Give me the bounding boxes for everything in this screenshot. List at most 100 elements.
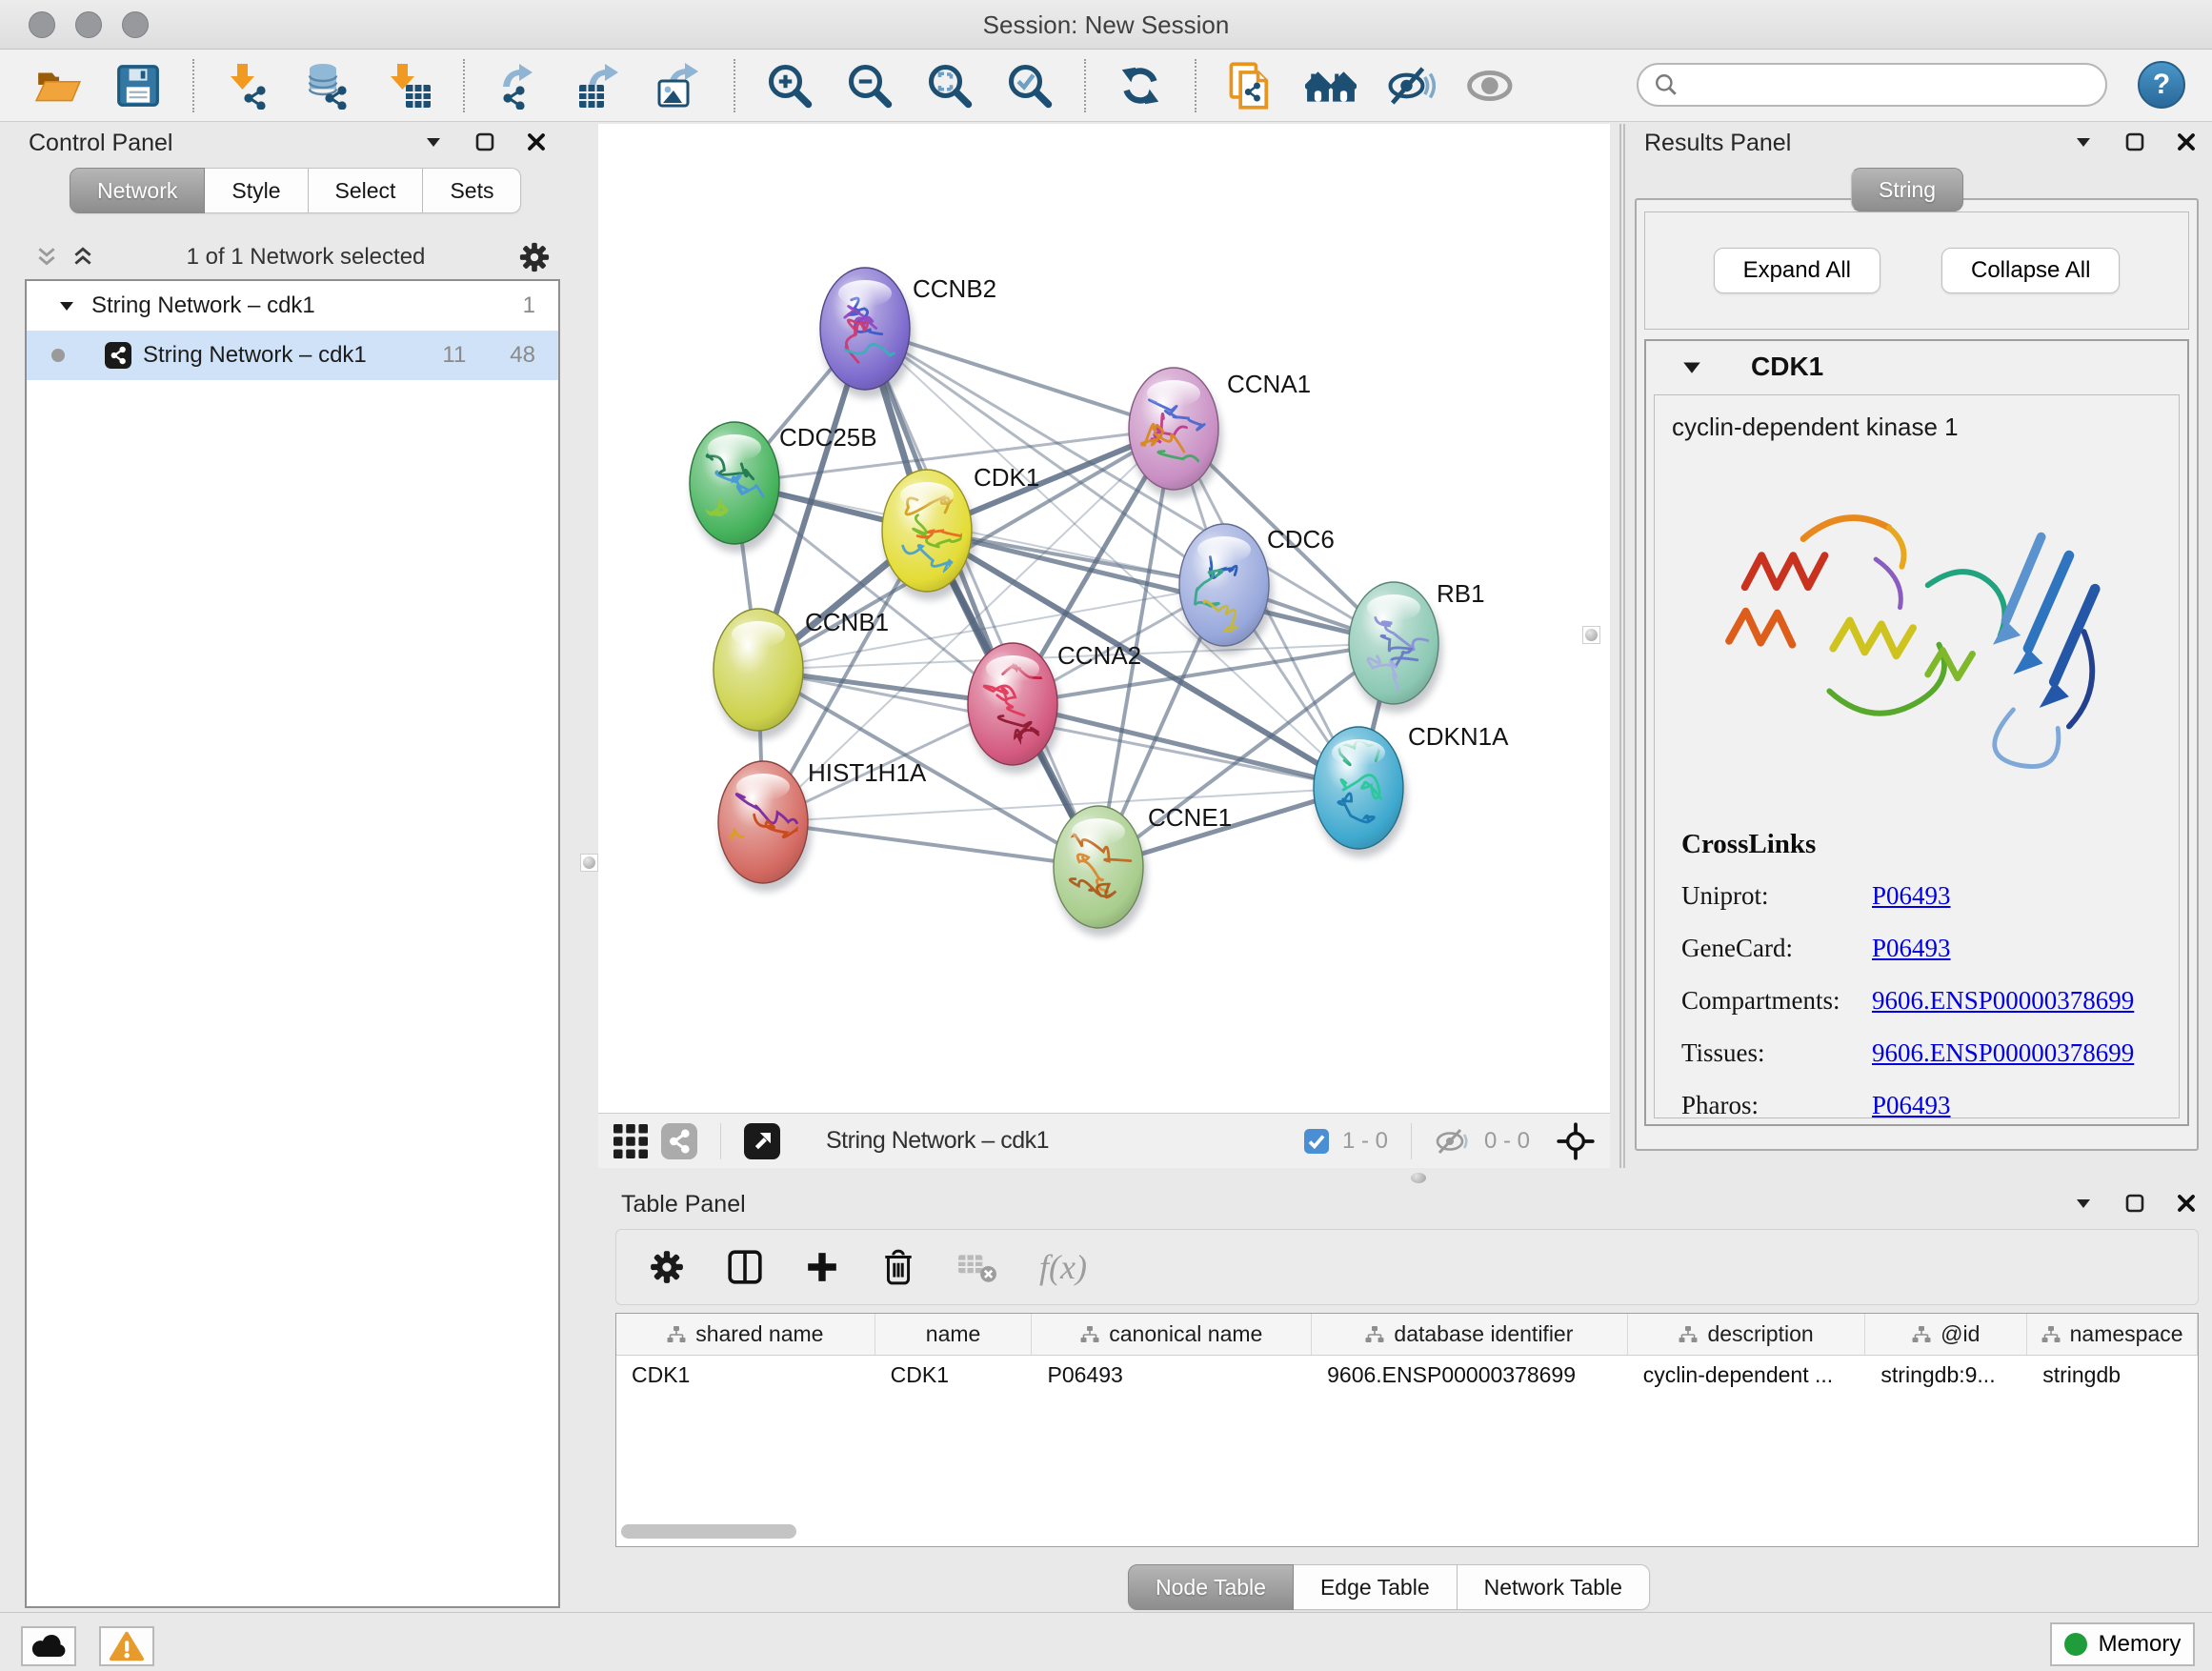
- table-panel-float-button[interactable]: [2122, 1191, 2147, 1216]
- table-cell[interactable]: stringdb: [2027, 1362, 2198, 1388]
- open-folder-icon: [34, 65, 82, 107]
- network-badge-button[interactable]: [661, 1123, 697, 1159]
- table-panel-close-button[interactable]: [2174, 1191, 2199, 1216]
- toolbar-divider: [720, 1123, 721, 1159]
- network-edge[interactable]: [1013, 704, 1358, 788]
- network-node-cdc6[interactable]: CDC6: [1179, 524, 1335, 654]
- expand-all-button[interactable]: Expand All: [1714, 248, 1880, 293]
- column-header-namespace[interactable]: namespace: [2027, 1314, 2198, 1355]
- zoom-selected-button[interactable]: [1004, 56, 1056, 115]
- control-panel-menu-button[interactable]: [421, 130, 446, 154]
- network-name: String Network – cdk1: [143, 342, 367, 369]
- network-node-ccne1[interactable]: CCNE1: [1054, 803, 1232, 936]
- cloud-status-button[interactable]: [21, 1626, 76, 1666]
- network-node-hist1h1a[interactable]: HIST1H1A: [717, 758, 927, 892]
- table-cell[interactable]: 9606.ENSP00000378699: [1312, 1362, 1628, 1388]
- export-image-button[interactable]: [654, 56, 705, 115]
- zoom-out-button[interactable]: [844, 56, 895, 115]
- collapse-all-tree-button[interactable]: [36, 246, 57, 269]
- network-row[interactable]: String Network – cdk1 11 48: [27, 331, 558, 380]
- collapse-all-button[interactable]: Collapse All: [1941, 248, 2120, 293]
- tab-edge-table[interactable]: Edge Table: [1294, 1564, 1458, 1610]
- table-cell[interactable]: P06493: [1032, 1362, 1312, 1388]
- network-node-ccna1[interactable]: CCNA1: [1129, 368, 1311, 498]
- table-cell[interactable]: cyclin-dependent ...: [1628, 1362, 1866, 1388]
- hidden-eye-slash-icon[interactable]: [1435, 1127, 1471, 1156]
- create-column-button[interactable]: [805, 1250, 839, 1284]
- right-splitter-handle[interactable]: [1582, 626, 1600, 644]
- double-house-button[interactable]: [1305, 56, 1357, 115]
- network-node-ccnb2[interactable]: CCNB2: [820, 268, 996, 398]
- grid-view-button[interactable]: [613, 1124, 648, 1158]
- control-panel-float-button[interactable]: [473, 130, 497, 154]
- column-header-shared-name[interactable]: shared name: [616, 1314, 875, 1355]
- results-panel-close-button[interactable]: [2174, 130, 2199, 154]
- hide-selected-button[interactable]: [1385, 56, 1437, 115]
- network-node-cdkn1a[interactable]: CDKN1A: [1314, 722, 1509, 857]
- delete-columns-button[interactable]: [881, 1249, 915, 1285]
- show-columns-button[interactable]: [727, 1249, 763, 1285]
- import-table-button[interactable]: [383, 56, 434, 115]
- table-mode-button[interactable]: [649, 1249, 685, 1285]
- network-node-ccna2[interactable]: CCNA2: [968, 641, 1141, 774]
- network-collection-row[interactable]: String Network – cdk1 1: [27, 281, 558, 331]
- save-session-button[interactable]: [112, 56, 164, 115]
- open-session-button[interactable]: [32, 56, 84, 115]
- genecard-link[interactable]: P06493: [1872, 934, 1951, 963]
- table-cell[interactable]: stringdb:9...: [1865, 1362, 2027, 1388]
- column-header--id[interactable]: @id: [1865, 1314, 2027, 1355]
- function-builder-button[interactable]: f(x): [1039, 1247, 1087, 1287]
- tab-network[interactable]: Network: [70, 168, 205, 213]
- table-row[interactable]: CDK1CDK1P064939606.ENSP00000378699cyclin…: [616, 1356, 2198, 1394]
- column-header-description[interactable]: description: [1628, 1314, 1866, 1355]
- network-node-cdc25b[interactable]: CDC25B: [690, 422, 877, 553]
- warnings-button[interactable]: [99, 1626, 154, 1666]
- table-panel-menu-button[interactable]: [2071, 1191, 2096, 1216]
- fit-selected-button[interactable]: [1557, 1122, 1595, 1160]
- node-details-header[interactable]: CDK1: [1646, 341, 2187, 393]
- horizontal-splitter-handle[interactable]: [1411, 1173, 1426, 1183]
- table-cell[interactable]: CDK1: [875, 1362, 1033, 1388]
- copy-network-button[interactable]: [1225, 56, 1277, 115]
- table-horizontal-scrollbar[interactable]: [621, 1524, 796, 1539]
- column-header-canonical-name[interactable]: canonical name: [1032, 1314, 1312, 1355]
- tab-sets[interactable]: Sets: [423, 168, 521, 213]
- import-network-from-database-button[interactable]: [303, 56, 354, 115]
- search-input[interactable]: [1688, 71, 2090, 98]
- column-header-name[interactable]: name: [875, 1314, 1033, 1355]
- expand-all-tree-button[interactable]: [72, 246, 93, 269]
- tab-select[interactable]: Select: [309, 168, 424, 213]
- refresh-layout-button[interactable]: [1115, 56, 1166, 115]
- tab-network-table[interactable]: Network Table: [1458, 1564, 1650, 1610]
- control-panel-close-button[interactable]: [524, 130, 549, 154]
- network-node-ccnb1[interactable]: CCNB1: [714, 608, 889, 739]
- show-graphics-details-button[interactable]: [1465, 56, 1517, 115]
- network-list-options-button[interactable]: [518, 241, 551, 273]
- compartments-link[interactable]: 9606.ENSP00000378699: [1872, 986, 2134, 1016]
- selected-checkbox-icon[interactable]: [1304, 1129, 1329, 1154]
- zoom-fit-button[interactable]: [924, 56, 975, 115]
- network-canvas[interactable]: CCNB2CCNA1CDC25BCDK1CDC6RB1CCNB1CCNA2CDK…: [598, 124, 1610, 1113]
- results-panel-menu-button[interactable]: [2071, 130, 2096, 154]
- network-node-rb1[interactable]: RB1: [1349, 579, 1485, 713]
- tissues-link[interactable]: 9606.ENSP00000378699: [1872, 1038, 2134, 1068]
- export-table-button[interactable]: [573, 56, 625, 115]
- help-button[interactable]: ?: [2138, 61, 2185, 109]
- table-cell[interactable]: CDK1: [616, 1362, 875, 1388]
- import-network-button[interactable]: [223, 56, 274, 115]
- birdseye-view-button[interactable]: [744, 1123, 780, 1159]
- delete-table-button[interactable]: [957, 1251, 997, 1283]
- left-splitter-handle[interactable]: [580, 854, 598, 872]
- memory-status-button[interactable]: Memory: [2050, 1622, 2195, 1666]
- network-edge[interactable]: [763, 822, 1098, 867]
- column-header-database-identifier[interactable]: database identifier: [1312, 1314, 1628, 1355]
- tab-style[interactable]: Style: [205, 168, 308, 213]
- panel-splitter[interactable]: [1619, 124, 1625, 1168]
- tab-node-table[interactable]: Node Table: [1128, 1564, 1294, 1610]
- export-network-button[interactable]: [493, 56, 545, 115]
- results-panel-float-button[interactable]: [2122, 130, 2147, 154]
- uniprot-link[interactable]: P06493: [1872, 881, 1951, 911]
- tab-string[interactable]: String: [1851, 168, 1963, 211]
- zoom-in-button[interactable]: [764, 56, 815, 115]
- pharos-link[interactable]: P06493: [1872, 1091, 1951, 1118]
